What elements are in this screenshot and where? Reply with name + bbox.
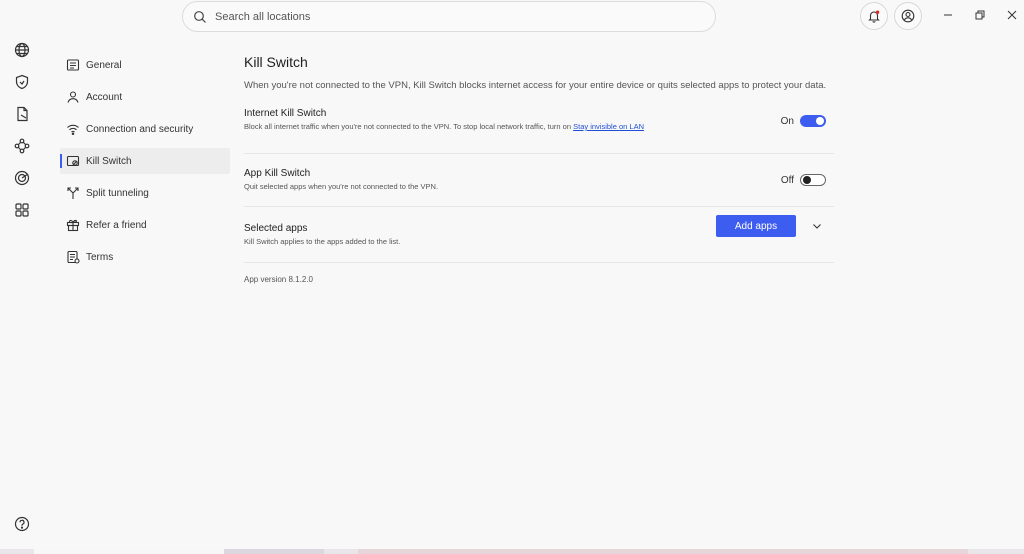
nav-label-split-tunneling: Split tunneling [86, 187, 149, 199]
minimize-button[interactable] [941, 8, 955, 22]
profile-button[interactable] [894, 2, 922, 30]
close-icon [1007, 10, 1017, 20]
gift-icon [66, 218, 80, 232]
stay-invisible-on-lan-link[interactable]: Stay invisible on LAN [573, 122, 644, 131]
terms-icon [66, 250, 80, 264]
nav-item-split-tunneling[interactable]: Split tunneling [60, 180, 230, 206]
restore-icon [975, 10, 985, 20]
nav-item-account[interactable]: Account [60, 84, 230, 110]
wifi-icon [66, 122, 80, 136]
settings-nav: General Account Connection and security … [60, 52, 230, 276]
app-kill-switch-label: App Kill Switch [244, 168, 311, 179]
left-rail [0, 0, 44, 554]
page-description: When you're not connected to the VPN, Ki… [244, 80, 827, 91]
mesh-network-icon[interactable] [12, 136, 32, 156]
radar-icon[interactable] [12, 168, 32, 188]
file-export-icon[interactable] [12, 104, 32, 124]
split-tunnel-icon [66, 186, 80, 200]
app-kill-switch-sub: Quit selected apps when you're not conne… [244, 182, 439, 191]
restore-button[interactable] [973, 8, 987, 22]
account-icon [66, 90, 80, 104]
nav-label-terms: Terms [86, 251, 114, 263]
search-icon [193, 10, 207, 24]
nav-item-kill-switch[interactable]: Kill Switch [60, 148, 230, 174]
search-bar[interactable] [182, 1, 716, 32]
kill-switch-panel: Kill Switch When you're not connected to… [244, 54, 834, 284]
chevron-down-icon[interactable] [812, 221, 822, 231]
taskbar-segment [358, 549, 968, 554]
add-apps-button[interactable]: Add apps [716, 215, 796, 237]
app-version: App version 8.1.2.0 [244, 275, 313, 284]
help-icon[interactable] [12, 514, 32, 534]
search-input[interactable] [213, 9, 697, 24]
internet-kill-switch-label: Internet Kill Switch [244, 108, 327, 119]
page-title: Kill Switch [244, 54, 308, 70]
bell-icon [867, 9, 881, 23]
selected-apps-sub: Kill Switch applies to the apps added to… [244, 237, 401, 246]
nav-label-account: Account [86, 91, 123, 103]
app-kill-switch-toggle[interactable] [800, 174, 826, 186]
taskbar-segment [34, 549, 224, 554]
internet-kill-switch-row: Internet Kill Switch Block all internet … [244, 108, 834, 154]
minimize-icon [943, 10, 953, 20]
taskbar-segment [224, 549, 324, 554]
internet-kill-switch-state: On [780, 115, 794, 127]
nav-label-refer-a-friend: Refer a friend [86, 219, 147, 231]
nav-label-kill-switch: Kill Switch [86, 155, 132, 167]
app-kill-switch-control: Off [781, 174, 826, 186]
internet-kill-switch-description: Block all internet traffic when you're n… [244, 122, 834, 131]
general-settings-icon [66, 58, 80, 72]
nav-item-connection[interactable]: Connection and security [60, 116, 230, 142]
user-icon [901, 9, 915, 23]
notifications-button[interactable] [860, 2, 888, 30]
nav-item-refer-a-friend[interactable]: Refer a friend [60, 212, 230, 238]
shield-icon[interactable] [12, 72, 32, 92]
nav-label-general: General [86, 59, 122, 71]
app-kill-switch-state: Off [780, 174, 794, 186]
apps-grid-icon[interactable] [12, 200, 32, 220]
kill-switch-icon [66, 154, 80, 168]
internet-kill-switch-sub: Block all internet traffic when you're n… [244, 122, 572, 131]
nav-item-terms[interactable]: Terms [60, 244, 230, 270]
globe-icon[interactable] [12, 40, 32, 60]
app-kill-switch-row: App Kill Switch Quit selected apps when … [244, 154, 834, 207]
close-button[interactable] [1005, 8, 1019, 22]
nav-item-general[interactable]: General [60, 52, 230, 78]
internet-kill-switch-control: On [781, 115, 826, 127]
nav-label-connection: Connection and security [86, 123, 194, 135]
internet-kill-switch-toggle[interactable] [800, 115, 826, 127]
